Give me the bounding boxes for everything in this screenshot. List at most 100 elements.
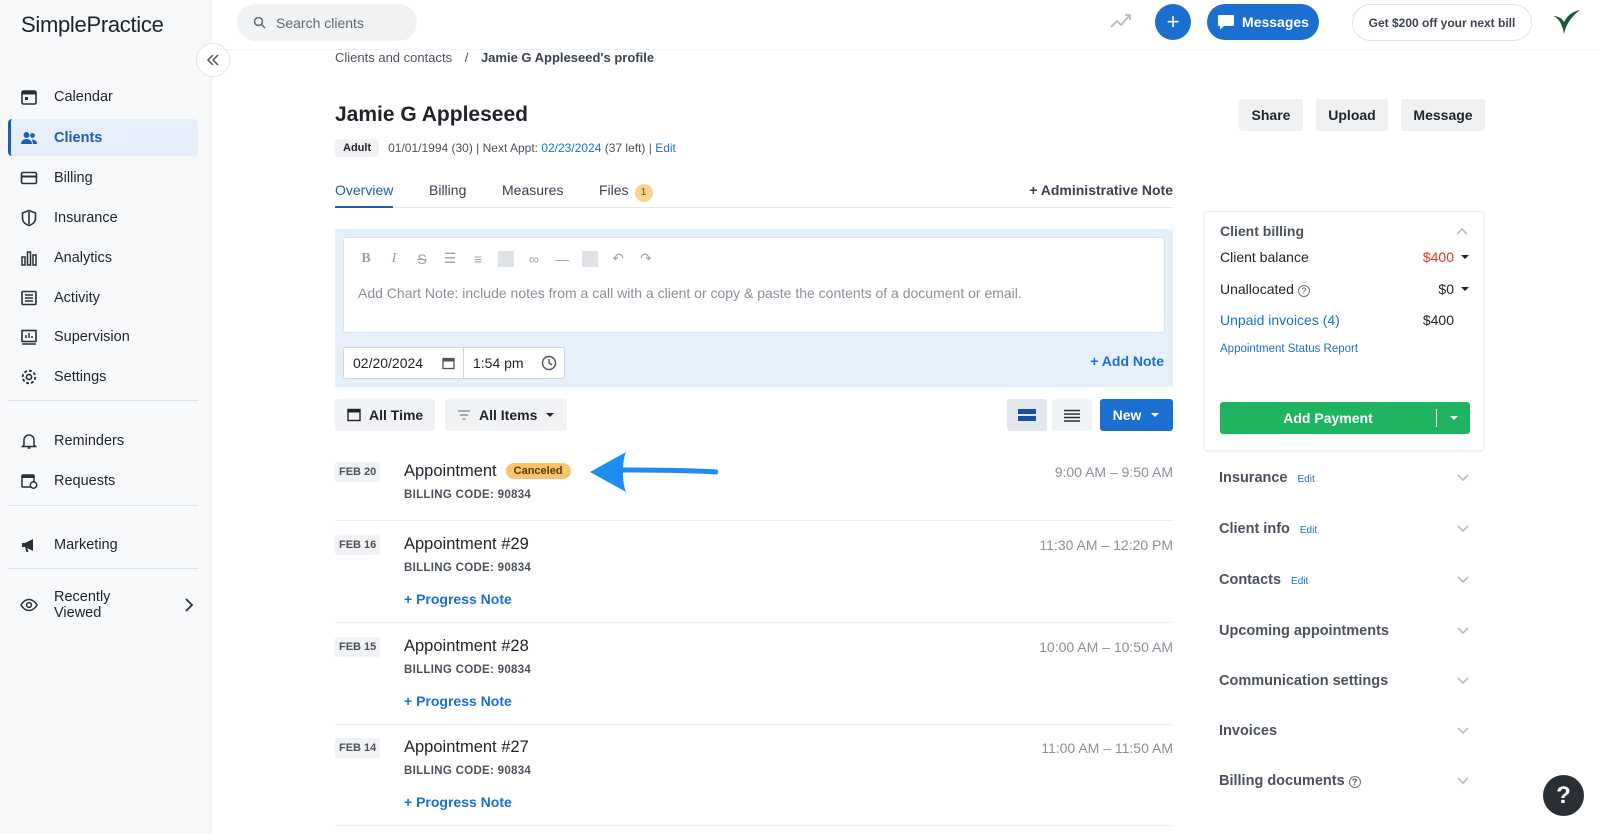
breadcrumb-parent-link[interactable]: Clients and contacts <box>335 50 452 65</box>
section-label: Billing documents <box>1219 773 1345 789</box>
chevron-down-icon <box>1457 777 1469 785</box>
horizontal-rule-icon[interactable]: — <box>554 251 570 267</box>
add-note-button[interactable]: + Add Note <box>1090 353 1164 369</box>
numbered-list-icon[interactable]: ≡ <box>470 251 486 267</box>
unpaid-invoices-link[interactable]: Unpaid invoices (4) <box>1220 312 1340 328</box>
page-title: Jamie G Appleseed <box>335 103 528 126</box>
appointment-title: Appointment Canceled <box>404 462 571 481</box>
sidebar-item-calendar[interactable]: Calendar <box>8 78 198 115</box>
sidebar-item-recently-viewed[interactable]: Recently Viewed <box>8 586 198 623</box>
trend-icon[interactable] <box>1110 12 1132 35</box>
appointment-status-report-link[interactable]: Appointment Status Report <box>1220 343 1358 355</box>
messages-button[interactable]: Messages <box>1207 4 1319 40</box>
edit-link[interactable]: Edit <box>1300 525 1317 536</box>
note-time-input[interactable]: 1:54 pm <box>464 355 564 371</box>
brand-logo[interactable]: SimplePractice <box>21 12 164 38</box>
bold-icon[interactable]: B <box>358 251 374 267</box>
clients-icon <box>21 131 37 144</box>
account-avatar[interactable] <box>1550 8 1582 43</box>
quick-add-button[interactable]: + <box>1155 4 1191 40</box>
sidebar-item-reminders[interactable]: Reminders <box>8 422 198 459</box>
tab-overview[interactable]: Overview <box>335 182 394 208</box>
unpaid-invoices-value: $400 <box>1422 312 1454 328</box>
sidebar-item-label: Reminders <box>54 432 125 449</box>
sidebar-item-activity[interactable]: Activity <box>8 279 198 316</box>
section-insurance[interactable]: Insurance Edit <box>1219 470 1469 486</box>
sidebar-item-label: Requests <box>54 472 116 489</box>
collapse-sidebar-button[interactable] <box>196 43 230 77</box>
redo-icon[interactable]: ↷ <box>638 250 654 267</box>
add-progress-note-button[interactable]: + Progress Note <box>404 794 512 810</box>
sidebar-item-clients[interactable]: Clients <box>8 119 198 156</box>
appointment-title-text: Appointment <box>404 462 497 480</box>
bell-icon <box>20 433 38 449</box>
message-button[interactable]: Message <box>1401 99 1485 131</box>
sidebar-item-requests[interactable]: Requests <box>8 462 198 499</box>
client-balance-row: Client balance $400 <box>1220 249 1470 265</box>
edit-link[interactable]: Edit <box>1291 576 1308 587</box>
edit-link[interactable]: Edit <box>1298 474 1315 485</box>
new-button[interactable]: New <box>1100 399 1173 431</box>
chevron-up-icon[interactable] <box>1456 227 1468 235</box>
tab-files[interactable]: Files 1 <box>599 182 653 202</box>
section-upcoming-appointments[interactable]: Upcoming appointments <box>1219 623 1469 639</box>
appointment-item[interactable]: FEB 15 Appointment #28 BILLING CODE: 908… <box>335 637 1173 725</box>
client-dob: 01/01/1994 (30) | Next Appt: <box>388 141 542 155</box>
add-payment-button[interactable]: Add Payment <box>1220 402 1470 434</box>
section-billing-documents[interactable]: Billing documents? <box>1219 773 1469 789</box>
card-view-toggle[interactable] <box>1007 399 1047 431</box>
time-filter-button[interactable]: All Time <box>335 399 436 431</box>
sidebar-item-billing[interactable]: Billing <box>8 159 198 196</box>
upload-button[interactable]: Upload <box>1316 99 1388 131</box>
caret-down-icon <box>1461 287 1469 291</box>
bullet-list-icon[interactable]: ☰ <box>442 250 458 267</box>
items-filter-button[interactable]: All Items <box>445 399 568 431</box>
new-button-label: New <box>1112 407 1142 423</box>
sidebar-item-insurance[interactable]: Insurance <box>8 199 198 236</box>
section-communication-settings[interactable]: Communication settings <box>1219 673 1469 689</box>
help-icon[interactable]: ? <box>1297 285 1310 297</box>
section-contacts[interactable]: Contacts Edit <box>1219 572 1469 588</box>
note-date-value: 02/20/2024 <box>353 355 424 371</box>
section-invoices[interactable]: Invoices <box>1219 723 1469 739</box>
undo-icon[interactable]: ↶ <box>610 250 626 267</box>
requests-icon <box>21 473 38 489</box>
breadcrumb-current: Jamie G Appleseed's profile <box>480 50 655 65</box>
add-progress-note-button[interactable]: + Progress Note <box>404 591 512 607</box>
double-chevron-left-icon <box>206 54 219 66</box>
client-balance-dropdown[interactable]: $400 <box>1423 249 1470 265</box>
strikethrough-icon[interactable]: S <box>414 251 430 267</box>
add-progress-note-button[interactable]: + Progress Note <box>404 693 512 709</box>
sidebar-item-analytics[interactable]: Analytics <box>8 239 198 276</box>
appointment-item[interactable]: FEB 16 Appointment #29 BILLING CODE: 908… <box>335 535 1173 623</box>
sidebar-item-settings[interactable]: Settings <box>8 358 198 395</box>
share-button[interactable]: Share <box>1239 99 1303 131</box>
administrative-note-button[interactable]: + Administrative Note <box>1029 182 1173 198</box>
search-input[interactable]: Search clients <box>237 4 417 41</box>
calendar-icon <box>21 89 37 105</box>
help-icon[interactable]: ? <box>1348 776 1361 788</box>
italic-icon[interactable]: I <box>386 251 402 267</box>
sidebar-item-supervision[interactable]: Supervision <box>8 318 198 355</box>
appointment-item[interactable]: FEB 14 Appointment #27 BILLING CODE: 908… <box>335 738 1173 826</box>
chevron-down-icon <box>1457 627 1469 635</box>
list-view-icon <box>1064 409 1080 422</box>
list-view-toggle[interactable] <box>1052 399 1092 431</box>
section-client-info[interactable]: Client info Edit <box>1219 521 1469 537</box>
help-button[interactable]: ? <box>1543 775 1584 816</box>
promo-button[interactable]: Get $200 off your next bill <box>1352 4 1532 41</box>
tab-measures[interactable]: Measures <box>502 182 563 198</box>
note-date-input[interactable]: 02/20/2024 <box>344 348 464 378</box>
billing-code: BILLING CODE: 90834 <box>404 664 532 676</box>
add-payment-options-button[interactable] <box>1436 409 1470 427</box>
tab-billing[interactable]: Billing <box>429 182 466 198</box>
unallocated-label: Unallocated <box>1220 281 1294 297</box>
appts-left: (37 left) | <box>601 141 656 155</box>
chart-note-editor[interactable]: B I S ☰ ≡ ∞ — ↶ ↷ Add Chart Note: includ… <box>343 237 1165 333</box>
next-appt-link[interactable]: 02/23/2024 <box>541 141 601 155</box>
unallocated-dropdown[interactable]: $0 <box>1438 281 1470 297</box>
sidebar-item-marketing[interactable]: Marketing <box>8 526 198 563</box>
edit-client-link[interactable]: Edit <box>655 141 676 155</box>
appointment-item[interactable]: FEB 20 Appointment Canceled BILLING CODE:… <box>335 462 1173 521</box>
link-icon[interactable]: ∞ <box>526 251 542 267</box>
